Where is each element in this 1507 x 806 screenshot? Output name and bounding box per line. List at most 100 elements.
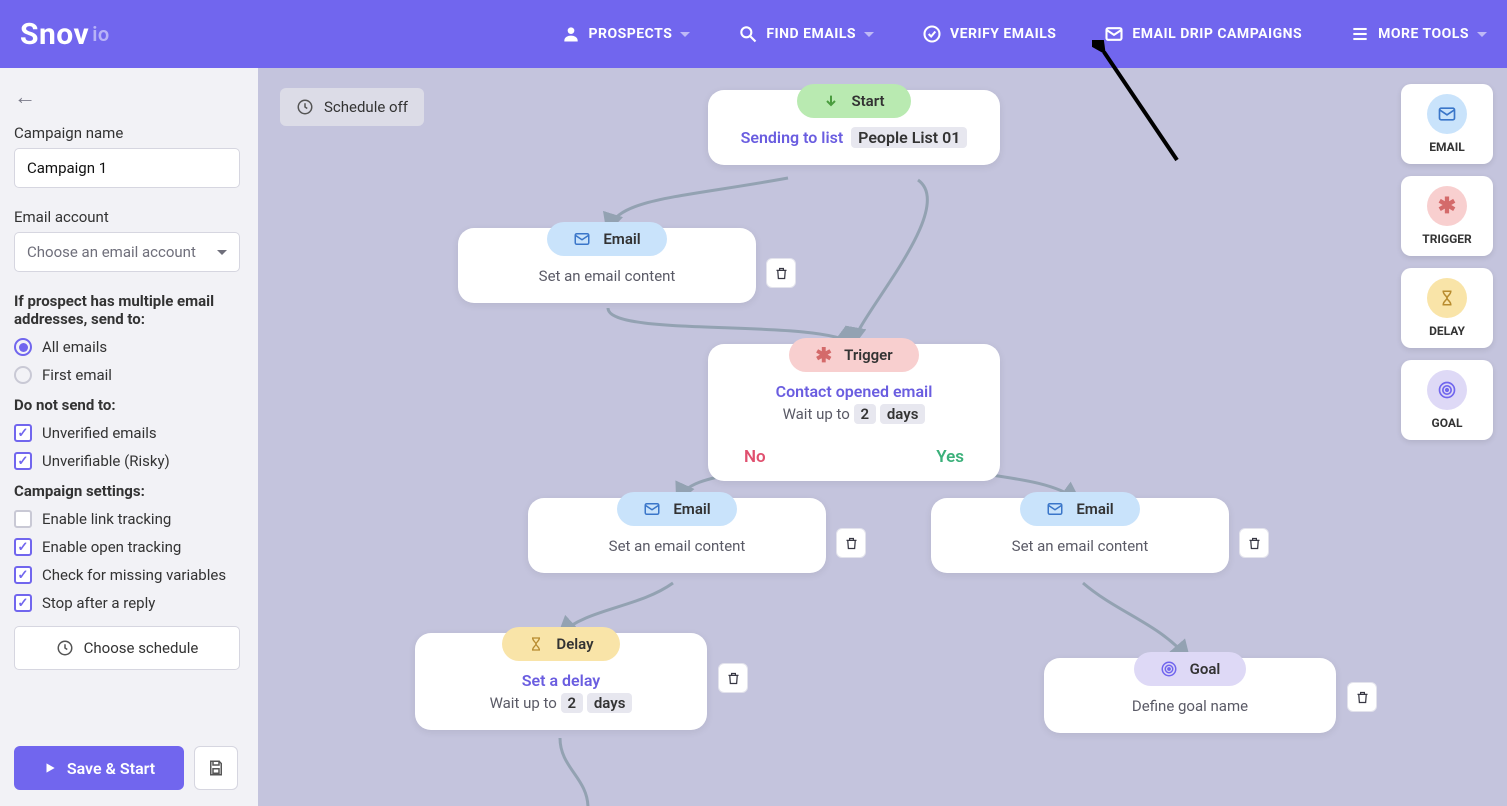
node-email-label: Email [1076, 500, 1113, 518]
nav-verify-emails[interactable]: VERIFY EMAILS [922, 24, 1056, 44]
node-start[interactable]: Start Sending to list People List 01 [708, 90, 1000, 165]
choose-schedule-button[interactable]: Choose schedule [14, 626, 240, 670]
trigger-wait-n: 2 [854, 404, 877, 424]
email-account-select[interactable]: Choose an email account [14, 232, 240, 272]
chk-open-label: Enable open tracking [42, 538, 181, 556]
chk-stop-label: Stop after a reply [42, 594, 155, 612]
node-email-header: Email [617, 492, 736, 526]
nav-find-label: FIND EMAILS [766, 26, 856, 42]
nav-more-tools[interactable]: MORE TOOLS [1350, 24, 1487, 44]
trigger-no[interactable]: No [744, 447, 766, 467]
disk-icon [207, 759, 225, 777]
campaign-sidebar: ← Campaign name Email account Choose an … [0, 68, 258, 806]
brand-suffix: io [92, 22, 110, 46]
mail-icon [1104, 24, 1124, 44]
brand-logo: Snovio [20, 17, 110, 52]
trash-icon [1247, 536, 1262, 551]
chk-risky-label: Unverifiable (Risky) [42, 452, 170, 470]
node-email-1[interactable]: Email Set an email content [458, 228, 756, 303]
delete-node-button[interactable] [836, 528, 866, 558]
palette-trigger[interactable]: ✱ TRIGGER [1401, 176, 1493, 256]
palette-delay[interactable]: DELAY [1401, 268, 1493, 348]
clock-icon [296, 98, 314, 116]
mail-icon [1427, 94, 1467, 134]
node-delay[interactable]: Delay Set a delay Wait up to 2 days [415, 633, 707, 730]
check-circle-icon [922, 24, 942, 44]
chevron-down-icon [864, 32, 874, 42]
delete-node-button[interactable] [1347, 682, 1377, 712]
radio-first-email[interactable]: First email [14, 366, 244, 384]
delay-wait-row: Wait up to 2 days [439, 694, 683, 712]
delete-node-button[interactable] [766, 258, 796, 288]
person-icon [561, 24, 581, 44]
sidebar-footer: Save & Start [14, 746, 238, 790]
trigger-branches: No Yes [708, 441, 1000, 481]
menu-icon [1350, 24, 1370, 44]
flow-canvas[interactable]: Schedule off Start Sending to lis [258, 68, 1507, 806]
node-email-placeholder: Set an email content [539, 267, 676, 285]
node-email-label: Email [603, 230, 640, 248]
node-trigger-label: Trigger [844, 346, 893, 364]
app-header: Snovio PROSPECTS FIND EMAILS VERIFY EMAI… [0, 0, 1507, 68]
delete-node-button[interactable] [1239, 528, 1269, 558]
chk-vars-label: Check for missing variables [42, 566, 226, 584]
campaign-name-label: Campaign name [14, 124, 244, 142]
email-account-placeholder: Choose an email account [27, 243, 196, 261]
node-email-placeholder: Set an email content [609, 537, 746, 555]
node-email-label: Email [673, 500, 710, 518]
radio-icon [14, 366, 32, 384]
trash-icon [726, 671, 741, 686]
chk-link-tracking[interactable]: Enable link tracking [14, 510, 244, 528]
radio-all-emails[interactable]: All emails [14, 338, 244, 356]
chk-risky[interactable]: Unverifiable (Risky) [14, 452, 244, 470]
back-arrow-icon[interactable]: ← [14, 84, 244, 110]
nav-find-emails[interactable]: FIND EMAILS [738, 24, 874, 44]
checkbox-icon [14, 538, 32, 556]
multi-email-label: If prospect has multiple email addresses… [14, 292, 244, 328]
start-sending-to[interactable]: Sending to list [741, 128, 844, 147]
node-email-header: Email [1020, 492, 1139, 526]
delay-title[interactable]: Set a delay [439, 671, 683, 690]
radio-icon [14, 338, 32, 356]
node-email-no[interactable]: Email Set an email content [528, 498, 826, 573]
trash-icon [774, 266, 789, 281]
palette-goal[interactable]: GOAL [1401, 360, 1493, 440]
node-email-yes[interactable]: Email Set an email content [931, 498, 1229, 573]
mail-icon [1046, 500, 1064, 518]
chk-stop-reply[interactable]: Stop after a reply [14, 594, 244, 612]
brand-name: Snov [20, 17, 89, 52]
node-goal-header: Goal [1134, 652, 1247, 686]
nav-prospects-label: PROSPECTS [589, 26, 673, 42]
trigger-wait-prefix: Wait up to [783, 405, 850, 423]
dns-label: Do not send to: [14, 396, 244, 414]
trigger-title[interactable]: Contact opened email [732, 382, 976, 401]
node-goal[interactable]: Goal Define goal name [1044, 658, 1336, 733]
palette-delay-label: DELAY [1429, 324, 1465, 338]
radio-all-label: All emails [42, 338, 107, 356]
node-goal-label: Goal [1190, 660, 1221, 678]
delete-node-button[interactable] [718, 663, 748, 693]
trigger-wait-row: Wait up to 2 days [732, 405, 976, 423]
nav-drip-campaigns[interactable]: EMAIL DRIP CAMPAIGNS [1104, 24, 1302, 44]
nav-prospects[interactable]: PROSPECTS [561, 24, 691, 44]
goal-placeholder: Define goal name [1132, 697, 1248, 715]
nav-verify-label: VERIFY EMAILS [950, 26, 1056, 42]
save-start-button[interactable]: Save & Start [14, 746, 184, 790]
palette-trigger-label: TRIGGER [1422, 232, 1471, 246]
palette-email[interactable]: EMAIL [1401, 84, 1493, 164]
palette-goal-label: GOAL [1432, 416, 1463, 430]
asterisk-icon: ✱ [815, 348, 832, 362]
chk-unverified[interactable]: Unverified emails [14, 424, 244, 442]
chk-open-tracking[interactable]: Enable open tracking [14, 538, 244, 556]
schedule-off-badge[interactable]: Schedule off [280, 88, 424, 126]
campaign-name-input[interactable] [14, 148, 240, 188]
save-draft-button[interactable] [194, 746, 238, 790]
chk-missing-vars[interactable]: Check for missing variables [14, 566, 244, 584]
schedule-off-label: Schedule off [324, 98, 408, 116]
node-trigger[interactable]: ✱ Trigger Contact opened email Wait up t… [708, 344, 1000, 481]
node-delay-header: Delay [502, 627, 619, 661]
asterisk-icon: ✱ [1427, 186, 1467, 226]
mail-icon [573, 230, 591, 248]
start-list-chip: People List 01 [851, 127, 967, 148]
trigger-yes[interactable]: Yes [936, 447, 964, 467]
